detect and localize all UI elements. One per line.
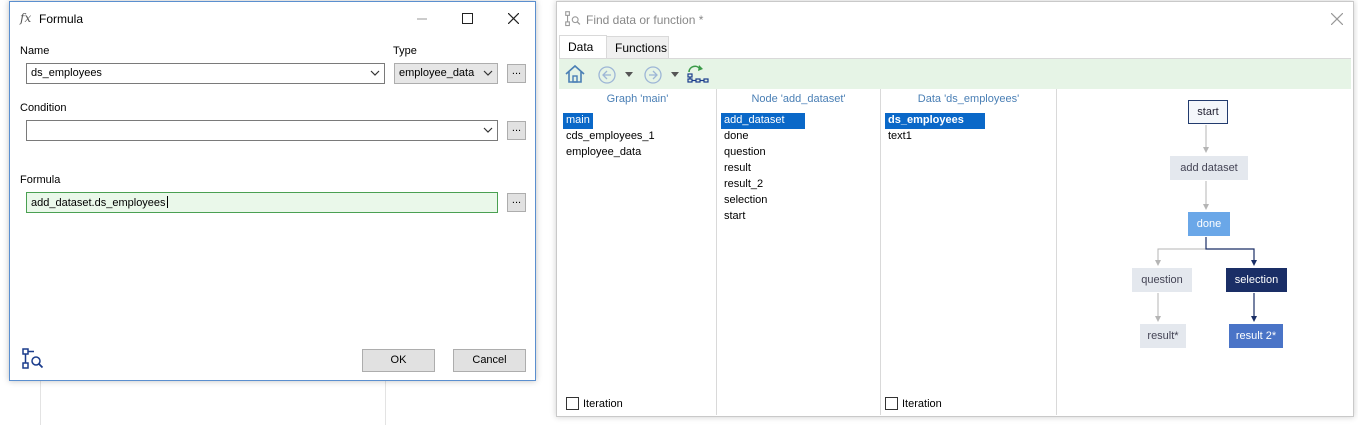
close-icon[interactable] — [1331, 13, 1343, 25]
data-list: ds_employees text1 — [885, 113, 985, 145]
graph-preview: start add dataset done question selectio… — [1057, 89, 1351, 415]
graph-edges — [1155, 125, 1257, 322]
formula-input[interactable]: add_dataset.ds_employees — [26, 192, 498, 213]
background-divider — [40, 380, 41, 425]
edge-selection-result-2 — [1251, 293, 1257, 322]
formula-label: Formula — [20, 174, 61, 186]
graph-node-start[interactable]: start — [1188, 100, 1228, 124]
iteration-checkbox-row[interactable]: Iteration — [566, 397, 623, 410]
maximize-icon — [461, 13, 473, 24]
formula-browse-button[interactable]: ... — [507, 193, 526, 212]
type-browse-button[interactable]: ... — [507, 64, 526, 83]
graph-node-done[interactable]: done — [1188, 212, 1230, 236]
graph-search-icon — [565, 11, 581, 27]
node-panel-header: Node 'add_dataset' — [751, 93, 846, 105]
name-label: Name — [20, 45, 50, 57]
list-item[interactable]: text1 — [885, 129, 985, 145]
condition-label: Condition — [20, 102, 67, 114]
edge-done-question — [1155, 237, 1207, 266]
graph-node-selection[interactable]: selection — [1226, 268, 1287, 292]
back-icon[interactable] — [598, 66, 616, 84]
maximize-button[interactable] — [444, 2, 490, 35]
tab-data[interactable]: Data — [559, 35, 607, 58]
node-list: add_dataset done question result result_… — [721, 113, 805, 225]
list-item[interactable]: result_2 — [721, 177, 805, 193]
background-divider — [385, 380, 386, 425]
forward-icon[interactable] — [644, 66, 662, 84]
iteration-checkbox[interactable] — [566, 397, 579, 410]
graph-node-result[interactable]: result* — [1140, 324, 1186, 348]
list-item[interactable]: ds_employees — [885, 113, 985, 129]
formula-value: add_dataset.ds_employees — [31, 197, 166, 209]
minimize-button[interactable] — [399, 2, 445, 35]
name-value: ds_employees — [31, 67, 102, 79]
list-item[interactable]: start — [721, 209, 805, 225]
condition-combobox[interactable] — [26, 120, 498, 141]
list-item[interactable]: done — [721, 129, 805, 145]
graph-search-icon[interactable] — [22, 348, 44, 370]
graph-tree-icon[interactable] — [686, 64, 710, 84]
tab-functions[interactable]: Functions — [606, 36, 669, 58]
edge-done-selection — [1205, 237, 1257, 266]
close-icon — [507, 13, 519, 24]
data-panel-header: Data 'ds_employees' — [917, 93, 1020, 105]
list-item[interactable]: employee_data — [563, 145, 658, 161]
cancel-button[interactable]: Cancel — [453, 349, 526, 372]
graph-node-result-2[interactable]: result 2* — [1229, 324, 1283, 348]
list-item[interactable]: question — [721, 145, 805, 161]
iteration-label: Iteration — [902, 397, 942, 410]
edge-add-dataset-done — [1203, 181, 1209, 210]
list-item[interactable]: add_dataset — [721, 113, 805, 129]
home-icon[interactable] — [564, 63, 586, 85]
ok-button[interactable]: OK — [362, 349, 435, 372]
type-label: Type — [393, 45, 417, 57]
formula-dialog: fx Formula Name ds_employees Type employ… — [9, 1, 536, 381]
chevron-down-icon[interactable] — [671, 72, 679, 78]
find-dialog: Find data or function * Data Functions G… — [556, 1, 1354, 417]
graph-node-add-dataset[interactable]: add dataset — [1170, 156, 1248, 180]
graph-panel: Graph 'main' main cds_employees_1 employ… — [559, 89, 716, 415]
formula-titlebar[interactable]: fx Formula — [10, 2, 535, 35]
chevron-down-icon[interactable] — [625, 72, 633, 78]
edge-question-result — [1155, 293, 1161, 322]
close-button[interactable] — [490, 2, 536, 35]
node-panel: Node 'add_dataset' add_dataset done ques… — [717, 89, 880, 415]
iteration-checkbox-row[interactable]: Iteration — [885, 397, 942, 410]
graph-panel-header: Graph 'main' — [606, 93, 669, 105]
chevron-down-icon — [483, 70, 493, 76]
data-panel: Data 'ds_employees' ds_employees text1 I… — [881, 89, 1056, 415]
navigation-toolbar — [559, 58, 1351, 89]
list-item[interactable]: cds_employees_1 — [563, 129, 658, 145]
chevron-down-icon — [370, 70, 380, 76]
iteration-checkbox[interactable] — [885, 397, 898, 410]
list-item[interactable]: result — [721, 161, 805, 177]
fx-icon: fx — [20, 11, 32, 25]
condition-browse-button[interactable]: ... — [507, 121, 526, 140]
dialog-title: Find data or function * — [586, 13, 704, 27]
chevron-down-icon — [483, 127, 493, 133]
list-item[interactable]: selection — [721, 193, 805, 209]
type-combobox[interactable]: employee_data — [394, 63, 498, 84]
minimize-icon — [417, 18, 427, 19]
dialog-title: Formula — [39, 12, 84, 26]
graph-list: main cds_employees_1 employee_data — [563, 113, 658, 161]
iteration-label: Iteration — [583, 397, 623, 410]
list-item[interactable]: main — [563, 113, 593, 129]
text-caret — [166, 196, 168, 208]
edge-start-add-dataset — [1203, 125, 1209, 153]
name-combobox[interactable]: ds_employees — [26, 63, 385, 84]
graph-node-question[interactable]: question — [1132, 268, 1192, 292]
type-value: employee_data — [399, 67, 475, 79]
